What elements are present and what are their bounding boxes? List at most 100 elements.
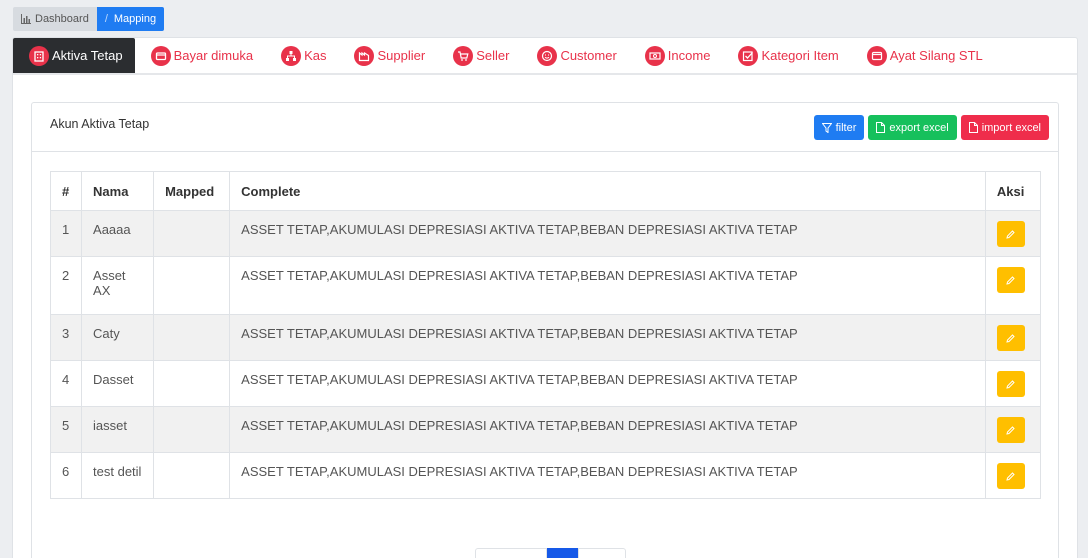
money-icon	[644, 45, 665, 66]
breadcrumb-mapping: / Mapping	[96, 7, 165, 31]
breadcrumb-dashboard-label: Dashboard	[35, 13, 89, 25]
row-mapped	[153, 210, 231, 257]
sitemap-icon	[281, 45, 302, 66]
row-mapped	[153, 360, 231, 407]
pencil-icon	[1006, 379, 1016, 389]
row-number: 4	[49, 360, 83, 407]
row-number: 3	[49, 314, 83, 361]
import-excel-button[interactable]: import excel	[960, 115, 1049, 140]
pagination-page-current[interactable]: 1	[547, 548, 578, 558]
aktiva-tetap-card: Akun Aktiva Tetap filter export excel im…	[31, 102, 1059, 558]
row-mapped	[153, 452, 231, 499]
file-icon	[876, 122, 886, 133]
edit-button[interactable]	[996, 325, 1025, 351]
row-number: 2	[49, 256, 83, 315]
row-complete: ASSET TETAP,AKUMULASI DEPRESIASI AKTIVA …	[229, 210, 986, 257]
pencil-icon	[1006, 333, 1016, 343]
row-aksi	[984, 452, 1042, 499]
card-title: Akun Aktiva Tetap	[50, 117, 150, 131]
wallet-icon	[150, 45, 171, 66]
row-nama: Aaaaa	[81, 210, 155, 257]
row-mapped	[153, 406, 231, 453]
row-number: 5	[49, 406, 83, 453]
row-nama: Asset AX	[81, 256, 155, 315]
tab-label: Kas	[304, 48, 327, 63]
tab-income[interactable]: Income	[629, 38, 723, 73]
tab-seller[interactable]: Seller	[437, 38, 521, 73]
pencil-icon	[1006, 229, 1016, 239]
export-excel-button[interactable]: export excel	[868, 115, 957, 140]
row-aksi	[984, 360, 1042, 407]
smile-icon	[537, 45, 558, 66]
table-row: 1 Aaaaa ASSET TETAP,AKUMULASI DEPRESIASI…	[49, 210, 1042, 257]
row-aksi	[984, 406, 1042, 453]
row-number: 1	[49, 210, 83, 257]
row-complete: ASSET TETAP,AKUMULASI DEPRESIASI AKTIVA …	[229, 452, 986, 499]
row-complete: ASSET TETAP,AKUMULASI DEPRESIASI AKTIVA …	[229, 360, 986, 407]
row-aksi	[984, 256, 1042, 315]
tab-customer[interactable]: Customer	[521, 38, 628, 73]
import-button-label: import excel	[981, 121, 1041, 134]
pencil-icon	[1006, 425, 1016, 435]
tab-aktiva-tetap[interactable]: Aktiva Tetap	[13, 38, 135, 73]
table-row: 4 Dasset ASSET TETAP,AKUMULASI DEPRESIAS…	[49, 360, 1042, 407]
edit-button[interactable]	[996, 221, 1025, 247]
edit-button[interactable]	[996, 463, 1025, 489]
tab-label: Income	[667, 48, 711, 63]
column-complete: Complete	[229, 171, 986, 211]
edit-button[interactable]	[996, 417, 1025, 443]
tab-ayat-silang-stl[interactable]: Ayat Silang STL	[851, 38, 995, 73]
mapping-panel: Aktiva Tetap Bayar dimuka Kas Supplier S…	[12, 37, 1078, 558]
building-icon	[29, 45, 49, 66]
table-header-row: # Nama Mapped Complete Aksi	[49, 171, 1042, 211]
breadcrumb-mapping-label: Mapping	[113, 13, 157, 25]
filter-icon	[821, 122, 832, 133]
tab-label: Ayat Silang STL	[889, 48, 983, 63]
tab-label: Bayar dimuka	[173, 48, 254, 63]
window-icon	[866, 45, 887, 66]
tab-label: Aktiva Tetap	[52, 48, 123, 63]
tab-label: Customer	[560, 48, 617, 63]
table-row: 6 test detil ASSET TETAP,AKUMULASI DEPRE…	[49, 452, 1042, 499]
industry-icon	[354, 45, 375, 66]
tab-bayar-dimuka[interactable]: Bayar dimuka	[135, 38, 265, 73]
tab-kategori-item[interactable]: Kategori Item	[722, 38, 850, 73]
tab-kas[interactable]: Kas	[265, 38, 338, 73]
pagination-previous[interactable]: Previous	[475, 548, 547, 558]
column-number: #	[49, 171, 83, 211]
row-mapped	[153, 314, 231, 361]
filter-button[interactable]: filter	[813, 115, 865, 140]
row-complete: ASSET TETAP,AKUMULASI DEPRESIASI AKTIVA …	[229, 256, 986, 315]
row-nama: test detil	[81, 452, 155, 499]
table-row: 5 iasset ASSET TETAP,AKUMULASI DEPRESIAS…	[49, 406, 1042, 453]
bar-chart-icon	[21, 14, 31, 24]
pencil-icon	[1006, 275, 1016, 285]
breadcrumb-separator: /	[104, 13, 108, 25]
checkbox-icon	[738, 45, 759, 66]
table-row: 3 Caty ASSET TETAP,AKUMULASI DEPRESIASI …	[49, 314, 1042, 361]
breadcrumb-dashboard[interactable]: Dashboard	[13, 7, 97, 31]
row-nama: Dasset	[81, 360, 155, 407]
file-icon	[968, 122, 978, 133]
column-mapped: Mapped	[153, 171, 231, 211]
edit-button[interactable]	[996, 371, 1025, 397]
row-mapped	[153, 256, 231, 315]
pagination-next[interactable]: Next	[578, 548, 626, 558]
breadcrumb: Dashboard / Mapping	[13, 7, 165, 31]
card-actions: filter export excel import excel	[813, 115, 1049, 140]
row-nama: iasset	[81, 406, 155, 453]
row-aksi	[984, 314, 1042, 361]
row-number: 6	[49, 452, 83, 499]
tab-supplier[interactable]: Supplier	[338, 38, 437, 73]
mapping-tabs: Aktiva Tetap Bayar dimuka Kas Supplier S…	[13, 38, 1077, 75]
row-nama: Caty	[81, 314, 155, 361]
row-complete: ASSET TETAP,AKUMULASI DEPRESIASI AKTIVA …	[229, 314, 986, 361]
mapping-table: # Nama Mapped Complete Aksi 1 Aaaaa ASSE…	[49, 171, 1042, 499]
row-aksi	[984, 210, 1042, 257]
edit-button[interactable]	[996, 267, 1025, 293]
card-header: Akun Aktiva Tetap filter export excel im…	[32, 103, 1058, 152]
row-complete: ASSET TETAP,AKUMULASI DEPRESIASI AKTIVA …	[229, 406, 986, 453]
filter-button-label: filter	[835, 121, 857, 134]
pencil-icon	[1006, 471, 1016, 481]
tab-label: Supplier	[377, 48, 426, 63]
